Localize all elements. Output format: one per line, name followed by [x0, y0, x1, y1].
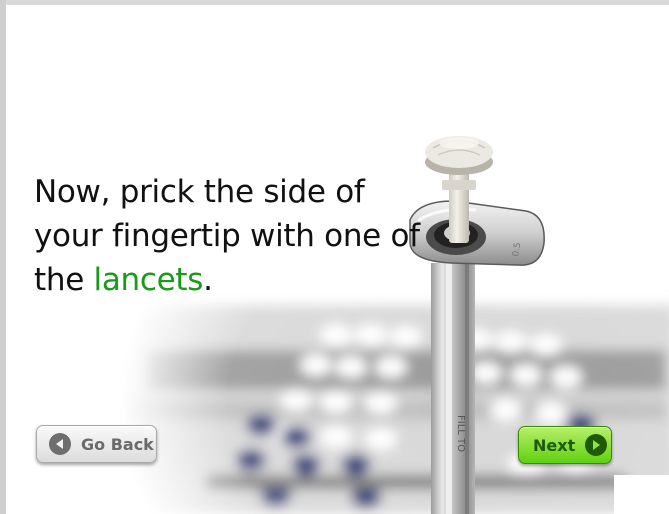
instruction-line-3-prefix: the	[34, 262, 94, 298]
instruction-line-2: your fingertip with one of	[34, 218, 420, 254]
instruction-line-3-suffix: .	[203, 262, 213, 298]
instruction-text: Now, prick the side of your fingertip wi…	[34, 170, 434, 302]
next-button[interactable]: Next	[518, 426, 612, 464]
instruction-line-1: Now, prick the side of	[34, 174, 365, 210]
tutorial-slide: FILL TO 0.5 Now, prick the side of your …	[6, 5, 669, 514]
svg-text:FILL TO: FILL TO	[455, 415, 466, 452]
lancets-link-text: lancets	[93, 262, 204, 298]
circle-right-arrow-icon	[585, 434, 608, 456]
go-back-label: Go Back	[81, 434, 154, 454]
go-back-button[interactable]: Go Back	[36, 425, 157, 463]
next-label: Next	[533, 435, 576, 455]
circle-left-arrow-icon	[49, 433, 71, 455]
